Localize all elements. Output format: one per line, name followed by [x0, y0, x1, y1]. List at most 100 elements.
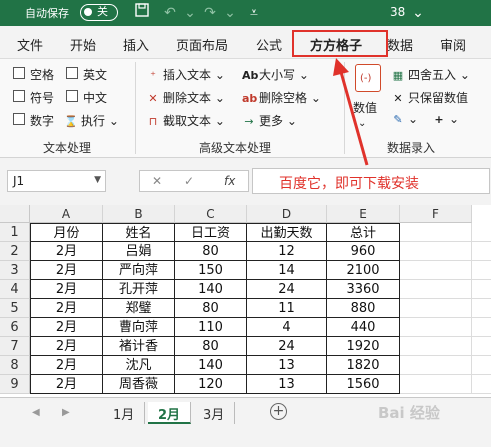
table-cell[interactable]: 2100 — [327, 261, 400, 280]
autosave-toggle[interactable]: 关 — [80, 4, 118, 21]
table-cell[interactable]: 24 — [247, 337, 327, 356]
row-header[interactable]: 7 — [0, 337, 30, 356]
sheet-prev-icon[interactable]: ◀ — [32, 407, 40, 418]
add-sheet-button[interactable]: + — [270, 403, 287, 420]
row-header[interactable]: 5 — [0, 299, 30, 318]
table-cell[interactable]: 2月 — [30, 280, 103, 299]
checkbox-space[interactable] — [13, 67, 25, 79]
row-header[interactable]: 6 — [0, 318, 30, 337]
add-button[interactable]: + ⌄ — [432, 112, 459, 126]
undo-dropdown-icon[interactable]: ⌄ — [180, 3, 200, 23]
execute-button[interactable]: ⌛ 执行 ⌄ — [64, 112, 119, 129]
row-header[interactable]: 4 — [0, 280, 30, 299]
table-cell[interactable]: 880 — [327, 299, 400, 318]
row-header[interactable]: 3 — [0, 261, 30, 280]
column-header[interactable]: E — [327, 205, 400, 223]
table-cell[interactable]: 110 — [175, 318, 247, 337]
sheet-tab-feb[interactable]: 2月 — [148, 402, 192, 424]
value-dropdown-icon[interactable]: ⌄ — [358, 118, 366, 129]
table-cell[interactable]: 沈凡 — [103, 356, 175, 375]
extract-text-button[interactable]: ⊓ 截取文本 ⌄ — [146, 112, 225, 129]
table-cell[interactable]: 80 — [175, 299, 247, 318]
table-cell[interactable]: 严向萍 — [103, 261, 175, 280]
chevron-down-icon[interactable]: ▼ — [94, 175, 101, 185]
table-cell[interactable]: 80 — [175, 242, 247, 261]
confirm-icon[interactable]: ✓ — [184, 174, 194, 188]
table-cell[interactable]: 960 — [327, 242, 400, 261]
checkbox-chinese[interactable] — [66, 90, 78, 102]
checkbox-symbol[interactable] — [13, 90, 25, 102]
redo-dropdown-icon[interactable]: ⌄ — [220, 3, 240, 23]
chevron-down-icon[interactable]: ⌄ — [408, 3, 428, 23]
sheet-tab-mar[interactable]: 3月 — [193, 402, 236, 424]
table-cell[interactable]: 孔开萍 — [103, 280, 175, 299]
table-cell[interactable]: 120 — [175, 375, 247, 394]
row-header[interactable]: 9 — [0, 375, 30, 394]
cancel-icon[interactable]: ✕ — [152, 174, 162, 188]
table-cell[interactable]: 1920 — [327, 337, 400, 356]
column-header[interactable]: D — [247, 205, 327, 223]
table-cell[interactable]: 140 — [175, 280, 247, 299]
header-cell[interactable]: 总计 — [327, 223, 400, 242]
table-cell[interactable]: 2月 — [30, 299, 103, 318]
tab-insert[interactable]: 插入 — [123, 35, 149, 54]
name-box[interactable]: J1 ▼ — [7, 170, 106, 192]
select-all-corner[interactable] — [0, 205, 30, 223]
case-button[interactable]: Ab大小写 ⌄ — [242, 66, 309, 83]
insert-text-button[interactable]: ⁺ 插入文本 ⌄ — [146, 66, 225, 83]
checkbox-number[interactable] — [13, 113, 25, 125]
edit-button[interactable]: ✎ ⌄ — [391, 112, 418, 126]
row-header[interactable]: 2 — [0, 242, 30, 261]
formula-input[interactable]: 百度它，即可下载安装 — [252, 168, 490, 194]
more-button[interactable]: → 更多 ⌄ — [242, 112, 297, 129]
table-cell[interactable]: 24 — [247, 280, 327, 299]
table-cell[interactable]: 2月 — [30, 261, 103, 280]
table-cell[interactable]: 2月 — [30, 356, 103, 375]
keep-value-button[interactable]: ✕ 只保留数值 — [391, 89, 468, 106]
table-cell[interactable]: 2月 — [30, 337, 103, 356]
table-cell[interactable]: 褚计香 — [103, 337, 175, 356]
table-cell[interactable]: 周香薇 — [103, 375, 175, 394]
table-cell[interactable]: 3360 — [327, 280, 400, 299]
table-cell[interactable]: 140 — [175, 356, 247, 375]
table-cell[interactable]: 12 — [247, 242, 327, 261]
fx-icon[interactable]: fx — [224, 174, 235, 188]
table-cell[interactable]: 2月 — [30, 318, 103, 337]
table-cell[interactable]: 440 — [327, 318, 400, 337]
tab-file[interactable]: 文件 — [17, 35, 43, 54]
column-header[interactable]: F — [400, 205, 472, 223]
value-button-label[interactable]: 数值 — [353, 99, 377, 116]
table-cell[interactable]: 14 — [247, 261, 327, 280]
tab-review[interactable]: 审阅 — [440, 35, 466, 54]
table-cell[interactable]: 1820 — [327, 356, 400, 375]
table-cell[interactable]: 80 — [175, 337, 247, 356]
checkbox-english[interactable] — [66, 67, 78, 79]
delete-text-button[interactable]: ✕ 删除文本 ⌄ — [146, 89, 225, 106]
table-cell[interactable]: 郑璧 — [103, 299, 175, 318]
column-header[interactable]: A — [30, 205, 103, 223]
table-cell[interactable]: 11 — [247, 299, 327, 318]
table-cell[interactable]: 2月 — [30, 375, 103, 394]
round-button[interactable]: ▦ 四舍五入 ⌄ — [391, 66, 470, 83]
table-cell[interactable]: 13 — [247, 375, 327, 394]
header-cell[interactable]: 月份 — [30, 223, 103, 242]
table-cell[interactable]: 4 — [247, 318, 327, 337]
customize-toolbar-icon[interactable]: ⩡ — [244, 3, 264, 23]
redo-icon[interactable]: ↷ — [200, 3, 220, 23]
table-cell[interactable]: 150 — [175, 261, 247, 280]
table-cell[interactable]: 1560 — [327, 375, 400, 394]
row-header[interactable]: 8 — [0, 356, 30, 375]
header-cell[interactable]: 出勤天数 — [247, 223, 327, 242]
value-button-icon[interactable]: (-) — [355, 64, 381, 92]
tab-page-layout[interactable]: 页面布局 — [176, 35, 228, 54]
header-cell[interactable]: 姓名 — [103, 223, 175, 242]
tab-formulas[interactable]: 公式 — [256, 35, 282, 54]
tab-home[interactable]: 开始 — [70, 35, 96, 54]
table-cell[interactable]: 13 — [247, 356, 327, 375]
column-header[interactable]: B — [103, 205, 175, 223]
table-cell[interactable]: 曹向萍 — [103, 318, 175, 337]
tab-data[interactable]: 数据 — [387, 35, 413, 54]
sheet-next-icon[interactable]: ▶ — [62, 407, 70, 418]
table-cell[interactable]: 2月 — [30, 242, 103, 261]
delete-space-button[interactable]: ab 删除空格 ⌄ — [242, 89, 321, 106]
